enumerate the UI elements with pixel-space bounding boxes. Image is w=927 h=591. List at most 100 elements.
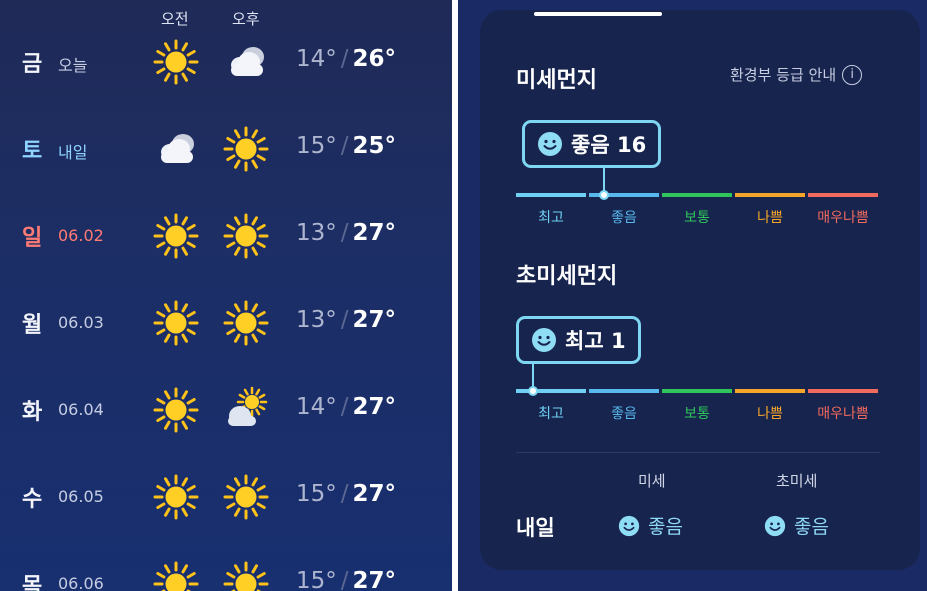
tomorrow-pm25: 좋음 (764, 512, 829, 539)
pm-column-label: 오후 (232, 10, 260, 28)
sun-icon (152, 299, 200, 347)
level-marker (528, 386, 538, 396)
temp-separator: / (340, 394, 349, 420)
tomorrow-pm25-value: 좋음 (794, 516, 829, 538)
forecast-row[interactable]: 일 06.02 13°/27° (0, 210, 452, 270)
day-date: 내일 (58, 143, 88, 162)
grade-guide-link[interactable]: 환경부 등급 안내 i (730, 64, 863, 85)
pm25-value: 최고 1 (565, 329, 626, 353)
pm25-value-bubble: 최고 1 (516, 316, 641, 364)
level-label: 최고 (538, 406, 564, 422)
sun-icon (152, 560, 200, 591)
temp-separator: / (340, 133, 349, 159)
day-name: 토 (22, 139, 43, 164)
temperature-range: 14°/27° (296, 394, 396, 420)
tomorrow-pm10: 좋음 (618, 512, 683, 539)
cloud-icon (152, 125, 200, 173)
level-label: 최고 (538, 210, 564, 226)
tomorrow-pm10-header: 미세 (638, 472, 666, 490)
info-icon: i (842, 64, 863, 85)
level-segment (662, 193, 732, 197)
temperature-range: 13°/27° (296, 307, 396, 333)
pm10-value: 좋음 16 (571, 133, 647, 157)
day-name: 수 (22, 487, 43, 512)
temp-separator: / (340, 307, 349, 333)
temperature-range: 13°/27° (296, 220, 396, 246)
forecast-row[interactable]: 월 06.03 13°/27° (0, 297, 452, 357)
level-marker (599, 190, 609, 200)
forecast-row[interactable]: 토 내일 15°/25° (0, 123, 452, 183)
day-date: 오늘 (58, 56, 88, 75)
day-date: 06.06 (58, 574, 104, 591)
temperature-range: 14°/26° (296, 46, 396, 72)
max-temp: 27° (352, 394, 397, 420)
temp-separator: / (340, 46, 349, 72)
smiley-icon (764, 515, 786, 537)
temperature-range: 15°/27° (296, 568, 396, 591)
smiley-icon (531, 327, 557, 353)
day-date: 06.05 (58, 487, 104, 506)
forecast-row[interactable]: 수 06.05 15°/27° (0, 471, 452, 531)
weekly-forecast-panel: 오전 오후 금 오늘 14°/26° 토 내일 15°/25° 일 06.02 … (0, 0, 452, 591)
sun-icon (152, 386, 200, 434)
sun-icon (222, 560, 270, 591)
pm10-title: 미세먼지 (516, 68, 597, 93)
divider (516, 452, 880, 453)
max-temp: 27° (352, 481, 397, 507)
day-name: 목 (22, 574, 43, 591)
sheet-grabber[interactable] (534, 12, 662, 16)
day-name: 일 (22, 226, 43, 251)
pm25-title: 초미세먼지 (516, 264, 618, 289)
min-temp: 13° (296, 307, 337, 333)
forecast-row[interactable]: 목 06.06 15°/27° (0, 558, 452, 591)
max-temp: 27° (352, 220, 397, 246)
fine-dust-panel: 미세먼지 환경부 등급 안내 i 좋음 16 최고 좋음 보통 나쁨 매우나쁨 초미세먼지… (458, 0, 927, 591)
level-label: 좋음 (611, 406, 637, 422)
max-temp: 26° (352, 46, 397, 72)
dust-card (480, 10, 920, 570)
sun-icon (152, 473, 200, 521)
sun-icon (222, 299, 270, 347)
pm10-value-bubble: 좋음 16 (522, 120, 662, 168)
cloud-icon (222, 38, 270, 86)
day-name: 월 (22, 313, 43, 338)
level-label: 보통 (684, 406, 710, 422)
level-label: 매우나쁨 (817, 406, 869, 422)
day-name: 화 (22, 400, 43, 425)
min-temp: 15° (296, 133, 337, 159)
day-date: 06.03 (58, 313, 104, 332)
partly-cloudy-icon (222, 386, 270, 434)
level-segment (808, 389, 878, 393)
level-label: 나쁨 (757, 210, 783, 226)
min-temp: 14° (296, 394, 337, 420)
temp-separator: / (340, 568, 349, 591)
min-temp: 13° (296, 220, 337, 246)
temp-separator: / (340, 220, 349, 246)
tomorrow-pm10-value: 좋음 (648, 516, 683, 538)
level-segment (589, 389, 659, 393)
grade-guide-label: 환경부 등급 안내 (730, 66, 837, 84)
forecast-row[interactable]: 금 오늘 14°/26° (0, 36, 452, 96)
level-label: 좋음 (611, 210, 637, 226)
tomorrow-label: 내일 (516, 516, 555, 540)
sun-icon (152, 38, 200, 86)
smiley-icon (537, 131, 563, 157)
level-segment (662, 389, 732, 393)
level-segment (516, 389, 586, 393)
tomorrow-pm25-header: 초미세 (776, 472, 818, 490)
level-label: 매우나쁨 (817, 210, 869, 226)
level-segment (808, 193, 878, 197)
max-temp: 27° (352, 568, 397, 591)
smiley-icon (618, 515, 640, 537)
sun-icon (222, 212, 270, 260)
min-temp: 15° (296, 568, 337, 591)
min-temp: 14° (296, 46, 337, 72)
day-date: 06.02 (58, 226, 104, 245)
forecast-row[interactable]: 화 06.04 14°/27° (0, 384, 452, 444)
sun-icon (222, 473, 270, 521)
level-label: 나쁨 (757, 406, 783, 422)
sun-icon (222, 125, 270, 173)
temperature-range: 15°/27° (296, 481, 396, 507)
level-segment (735, 389, 805, 393)
temperature-range: 15°/25° (296, 133, 396, 159)
